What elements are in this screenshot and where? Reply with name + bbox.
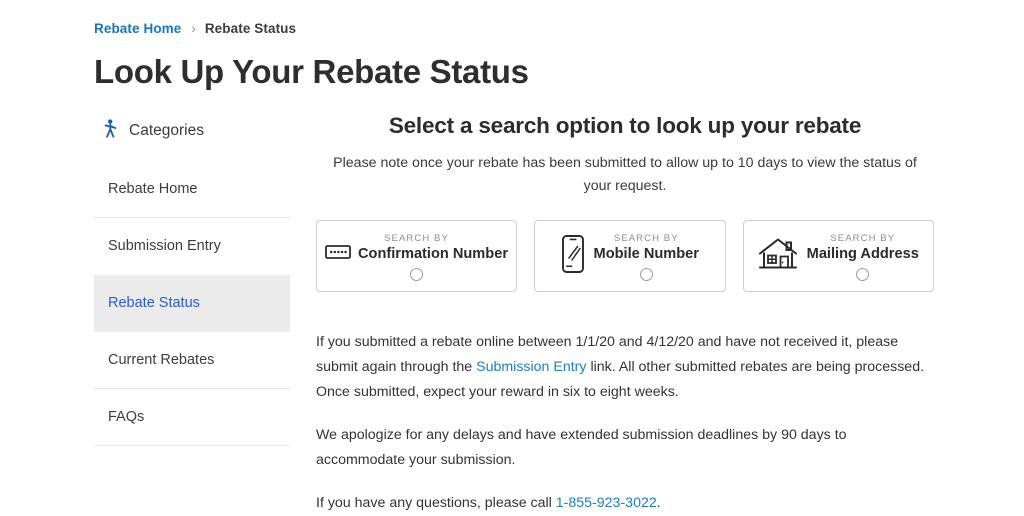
sidebar-item-rebate-home[interactable]: Rebate Home bbox=[94, 161, 290, 218]
breadcrumb-current-rebate-status: Rebate Status bbox=[204, 20, 297, 36]
option-body: SEARCH BY Confirmation Number bbox=[325, 232, 508, 281]
support-phone-link[interactable]: 1-855-923-3022 bbox=[556, 495, 657, 511]
breadcrumb-link-rebate-home[interactable]: Rebate Home bbox=[94, 21, 181, 36]
option-kicker: SEARCH BY bbox=[830, 232, 896, 244]
main-content: Select a search option to look up your r… bbox=[290, 113, 934, 516]
mobile-phone-icon bbox=[561, 234, 585, 279]
rebate-status-page: Rebate Home › Rebate Status Look Up Your… bbox=[0, 0, 1024, 512]
submission-entry-link[interactable]: Submission Entry bbox=[476, 359, 586, 375]
breadcrumb-separator-icon: › bbox=[191, 20, 196, 36]
confirmation-code-icon bbox=[325, 244, 351, 264]
sidebar-item-label: Submission Entry bbox=[108, 238, 221, 254]
sidebar-heading: Categories bbox=[94, 113, 290, 145]
option-radio-mobile-number[interactable] bbox=[639, 267, 653, 281]
option-title: Confirmation Number bbox=[358, 245, 508, 262]
option-body: SEARCH BY Mobile Number bbox=[594, 232, 699, 281]
house-icon bbox=[758, 236, 798, 277]
person-walking-icon bbox=[102, 119, 119, 143]
sidebar-nav: Rebate Home Submission Entry Rebate Stat… bbox=[94, 161, 290, 446]
paragraph-text: If you have any questions, please call bbox=[316, 495, 556, 511]
sidebar-item-faqs[interactable]: FAQs bbox=[94, 389, 290, 446]
option-title-row: Confirmation Number bbox=[325, 244, 508, 264]
content-columns: Categories Rebate Home Submission Entry … bbox=[94, 113, 934, 516]
option-title: Mobile Number bbox=[593, 245, 699, 262]
paragraph-apology: We apologize for any delays and have ext… bbox=[316, 427, 847, 468]
search-option-cards: SEARCH BY Confirmation Number SEARCH BY … bbox=[316, 220, 934, 292]
sidebar-item-label: FAQs bbox=[108, 409, 145, 425]
main-title: Select a search option to look up your r… bbox=[388, 113, 862, 138]
paragraph-questions: If you have any questions, please call 1… bbox=[316, 491, 934, 516]
option-radio-confirmation-number[interactable] bbox=[410, 267, 423, 281]
sidebar-item-current-rebates[interactable]: Current Rebates bbox=[94, 332, 290, 389]
sidebar-item-label: Rebate Home bbox=[108, 181, 198, 197]
option-body: SEARCH BY Mailing Address bbox=[807, 232, 919, 281]
option-title: Mailing Address bbox=[806, 245, 919, 262]
search-option-mobile-number[interactable]: SEARCH BY Mobile Number bbox=[534, 220, 726, 292]
sidebar-item-rebate-status[interactable]: Rebate Status bbox=[94, 275, 290, 332]
option-kicker: SEARCH BY bbox=[384, 232, 449, 244]
sidebar-item-label: Rebate Status bbox=[108, 295, 200, 311]
search-option-confirmation-number[interactable]: SEARCH BY Confirmation Number bbox=[316, 220, 517, 292]
sidebar-heading-label: Categories bbox=[129, 122, 204, 139]
main-note: Please note once your rebate has been su… bbox=[333, 155, 917, 194]
paragraph-text: . bbox=[656, 495, 661, 511]
breadcrumb: Rebate Home › Rebate Status bbox=[94, 18, 934, 38]
page-title: Look Up Your Rebate Status bbox=[94, 53, 529, 90]
sidebar: Categories Rebate Home Submission Entry … bbox=[94, 113, 290, 516]
sidebar-item-label: Current Rebates bbox=[108, 352, 215, 368]
sidebar-item-submission-entry[interactable]: Submission Entry bbox=[94, 218, 290, 275]
option-radio-mailing-address[interactable] bbox=[856, 267, 870, 281]
option-kicker: SEARCH BY bbox=[613, 232, 679, 244]
search-option-mailing-address[interactable]: SEARCH BY Mailing Address bbox=[742, 220, 934, 292]
paragraph-submission-notice: If you submitted a rebate online between… bbox=[316, 330, 934, 405]
